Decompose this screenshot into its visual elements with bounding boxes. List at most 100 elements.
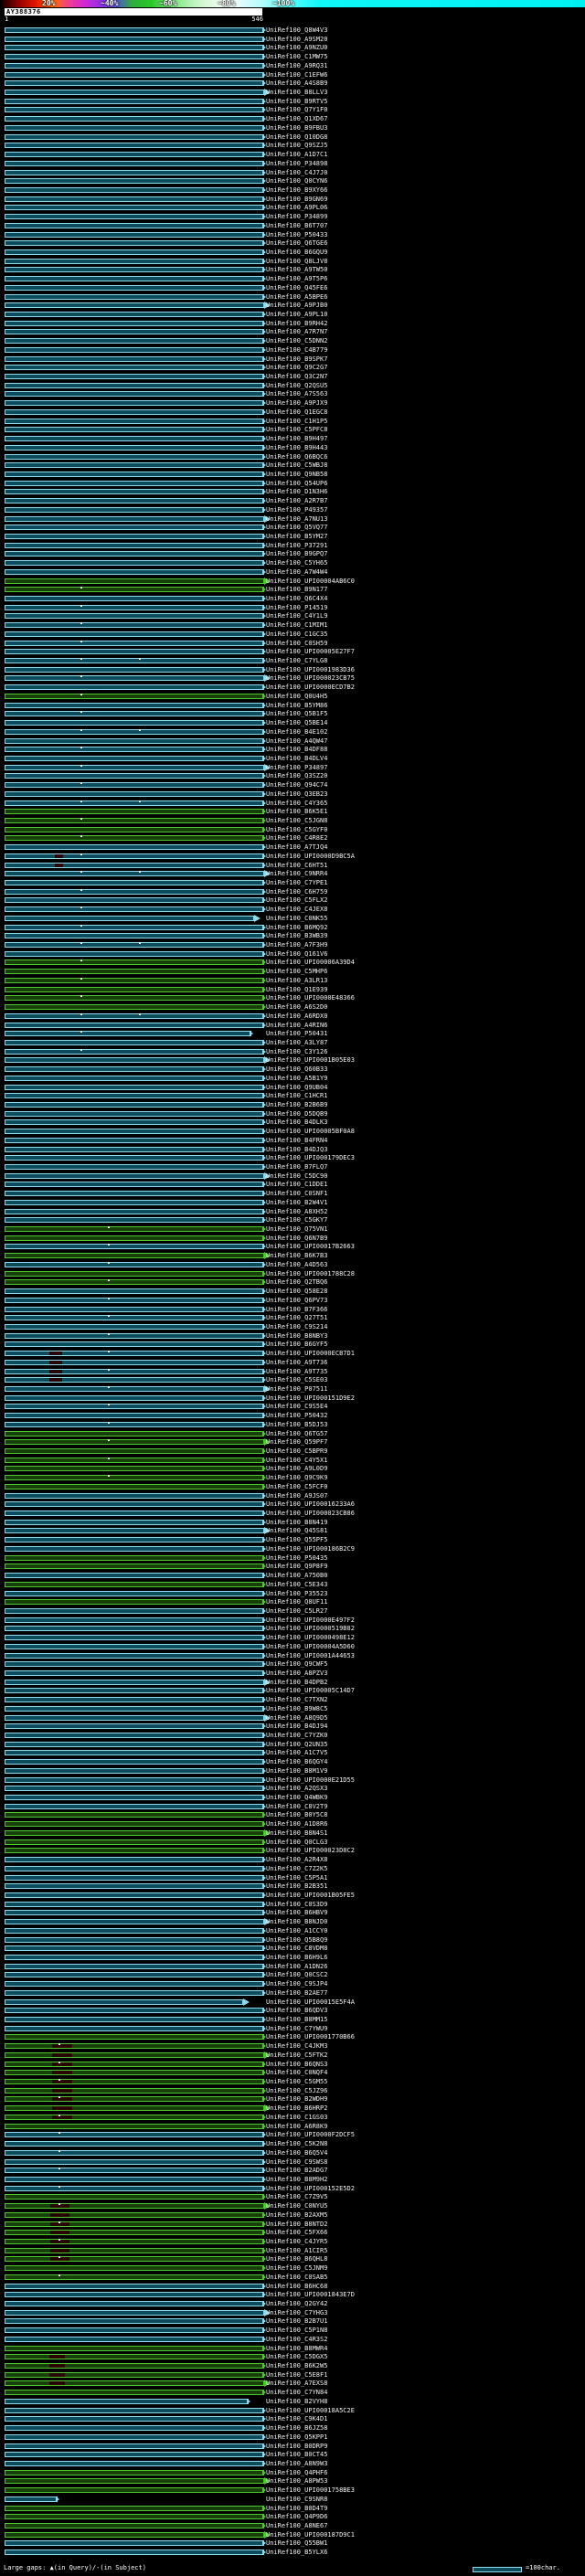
hit-label[interactable]: UniRef100_A8PW53 [266,2477,327,2485]
alignment-row[interactable]: UniRef100_C5FX66 [0,2228,585,2237]
hit-label[interactable]: UniRef100_B9H443 [266,444,327,451]
hit-bar[interactable] [5,1146,264,1152]
hit-bar[interactable] [5,222,264,228]
hit-bar[interactable] [5,747,264,753]
alignment-row[interactable]: UniRef100_B4DLV4 [0,754,585,763]
alignment-row[interactable]: UniRef100_Q9NB58 [0,470,585,479]
alignment-row[interactable]: UniRef100_B8M1V9 [0,1766,585,1776]
hit-label[interactable]: UniRef100_B2W4V1 [266,1199,327,1206]
hit-bar[interactable] [5,1883,264,1890]
hit-label[interactable]: UniRef100_A8Q9D5 [266,1714,327,1722]
alignment-row[interactable]: UniRef100_B6QNS3 [0,2060,585,2069]
hit-label[interactable]: UniRef100_Q4PHF6 [266,2469,327,2476]
hit-bar[interactable] [5,1759,264,1765]
alignment-row[interactable]: UniRef100_Q45FE6 [0,283,585,292]
alignment-row[interactable]: UniRef100_B7F366 [0,1305,585,1314]
hit-label[interactable]: UniRef100_A9T736 [266,1359,327,1366]
hit-label[interactable]: UniRef100_B9XY66 [266,186,327,194]
hit-bar[interactable] [5,1483,264,1489]
hit-label[interactable]: UniRef100_B6HBV9 [266,1909,327,1916]
alignment-row[interactable]: UniRef100_UPI0001788C28 [0,1269,585,1278]
hit-label[interactable]: UniRef100_Q8UF11 [266,1598,327,1606]
alignment-row[interactable]: UniRef100_A6R8K9 [0,2122,585,2131]
hit-bar[interactable] [5,2433,264,2440]
hit-label[interactable]: UniRef100_C4Y5X1 [266,1457,327,1464]
alignment-row[interactable]: UniRef100_UPI00017B2663 [0,1242,585,1251]
hit-label[interactable]: UniRef100_B6MQ92 [266,924,327,931]
alignment-row[interactable]: UniRef100_A4D563 [0,1260,585,1269]
hit-label[interactable]: UniRef100_UPI00017B2663 [266,1243,355,1250]
hit-bar[interactable] [5,2549,264,2556]
alignment-row[interactable]: UniRef100_Q60B33 [0,1065,585,1074]
hit-label[interactable]: UniRef100_C5E343 [266,1581,327,1588]
hit-label[interactable]: UniRef100_UPI00004A5D60 [266,1643,355,1650]
hit-bar[interactable] [5,1066,264,1073]
hit-label[interactable]: UniRef100_C0S3D9 [266,1901,327,1908]
hit-label[interactable]: UniRef100_B2B6B9 [266,1101,327,1108]
alignment-row[interactable]: UniRef100_B0CT45 [0,2450,585,2459]
hit-bar[interactable] [5,995,264,1002]
hit-label[interactable]: UniRef100_Q4WBK9 [266,1794,327,1801]
hit-label[interactable]: UniRef100_B6QNS3 [266,2061,327,2068]
hit-label[interactable]: UniRef100_C1GC35 [266,631,327,638]
hit-label[interactable]: UniRef100_B6JZ58 [266,2424,327,2432]
alignment-row[interactable]: UniRef100_A9JS07 [0,1491,585,1500]
hit-bar[interactable] [5,489,264,495]
hit-bar[interactable] [5,666,264,673]
hit-label[interactable]: UniRef100_B8NTD2 [266,2221,327,2228]
hit-label[interactable]: UniRef100_A4D563 [266,1261,327,1268]
hit-bar[interactable] [5,1093,264,1099]
hit-bar[interactable] [5,133,264,140]
hit-bar[interactable] [5,391,264,398]
alignment-row[interactable]: UniRef100_C3Y126 [0,1047,585,1056]
hit-bar[interactable] [5,1288,264,1295]
hit-bar[interactable] [5,2309,264,2316]
alignment-row[interactable]: UniRef100_C7YWU9 [0,2024,585,2033]
hit-bar[interactable] [5,1394,264,1401]
alignment-row[interactable]: UniRef100_A7TJQ4 [0,843,585,852]
alignment-row[interactable]: UniRef100_C1HCR1 [0,1091,585,1100]
hit-label[interactable]: UniRef100_B4E102 [266,728,327,736]
hit-bar[interactable] [5,293,264,300]
hit-label[interactable]: UniRef100_A9PJB0 [266,302,327,309]
alignment-row[interactable]: UniRef100_P35523 [0,1589,585,1598]
hit-bar[interactable] [5,1235,264,1241]
hit-bar[interactable] [5,2096,264,2103]
alignment-row[interactable]: UniRef100_UPI0001770B66 [0,2032,585,2041]
hit-bar[interactable] [5,214,264,220]
hit-bar[interactable] [5,471,264,477]
hit-label[interactable]: UniRef100_B4DLK3 [266,1118,327,1126]
hit-bar[interactable] [5,1936,264,1943]
alignment-row[interactable]: UniRef100_B4FRN4 [0,1136,585,1145]
alignment-row[interactable]: UniRef100_C4JEX8 [0,905,585,914]
hit-label[interactable]: UniRef100_B2B351 [266,1882,327,1890]
hit-label[interactable]: UniRef100_B8N4S1 [266,1829,327,1837]
hit-bar[interactable] [5,1129,264,1135]
hit-label[interactable]: UniRef100_P34898 [266,160,327,167]
alignment-row[interactable]: UniRef100_A3LR13 [0,976,585,985]
alignment-row[interactable]: UniRef100_C5DNN2 [0,336,585,345]
alignment-row[interactable]: UniRef100_C0S3D9 [0,1900,585,1909]
hit-label[interactable]: UniRef100_C1HCR1 [266,1092,327,1099]
hit-bar[interactable] [5,231,264,238]
hit-label[interactable]: UniRef100_UPI0000F2DCF5 [266,2131,355,2138]
alignment-row[interactable]: UniRef100_A6RDX0 [0,1012,585,1021]
hit-bar[interactable] [5,71,264,78]
alignment-row[interactable]: UniRef100_A9PJX9 [0,398,585,408]
hit-bar[interactable] [5,302,264,309]
hit-bar[interactable] [5,506,264,513]
hit-label[interactable]: UniRef100_B6HRP2 [266,2104,327,2112]
alignment-row[interactable]: UniRef100_C5K2N8 [0,2139,585,2148]
hit-bar[interactable] [5,2061,264,2067]
hit-label[interactable]: UniRef100_Q94C74 [266,781,327,789]
hit-bar[interactable] [5,1554,264,1561]
alignment-row[interactable]: UniRef100_Q6N7B9 [0,1234,585,1243]
hit-bar[interactable] [5,312,264,317]
hit-label[interactable]: UniRef100_B8MWR4 [266,2345,327,2352]
alignment-row[interactable]: UniRef100_A9T736 [0,1358,585,1367]
hit-bar[interactable] [5,2407,264,2413]
hit-bar[interactable] [5,1351,264,1357]
hit-label[interactable]: UniRef100_C7Z2K5 [266,1865,327,1872]
hit-label[interactable]: UniRef100_Q45S81 [266,1527,327,1534]
alignment-row[interactable]: UniRef100_P14519 [0,603,585,612]
